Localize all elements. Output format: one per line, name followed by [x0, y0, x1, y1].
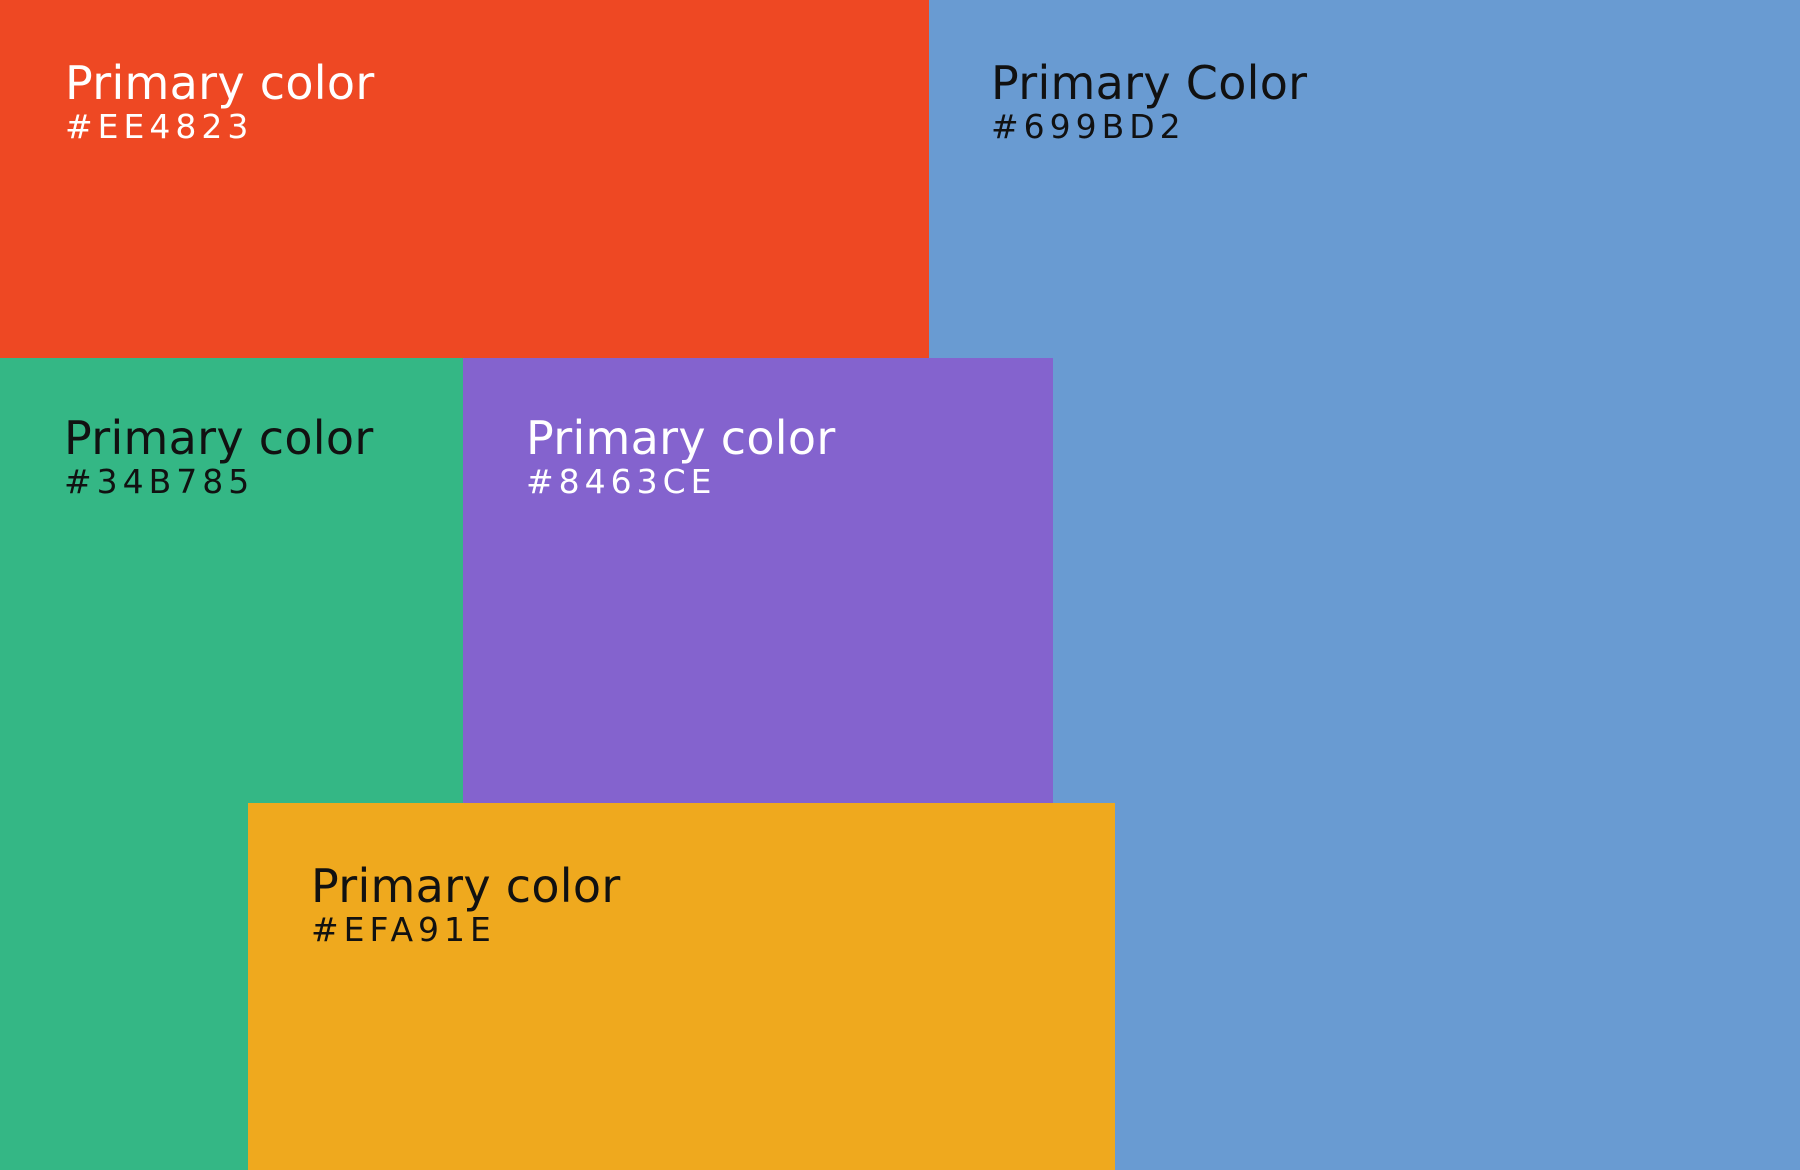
- swatch-hex-code: #EFA91E: [311, 910, 496, 949]
- swatch-red: Primary color #EE4823: [0, 0, 929, 358]
- swatch-purple: Primary color #8463CE: [463, 358, 1053, 803]
- swatch-hex-code: #34B785: [64, 462, 255, 501]
- swatch-title: Primary Color: [991, 56, 1308, 110]
- swatch-hex-code: #EE4823: [65, 107, 254, 146]
- swatch-title: Primary color: [526, 411, 836, 465]
- swatch-hex-code: #699BD2: [991, 107, 1186, 146]
- swatch-hex-code: #8463CE: [526, 462, 717, 501]
- swatch-title: Primary color: [311, 859, 621, 913]
- swatch-title: Primary color: [64, 411, 374, 465]
- swatch-yellow: Primary color #EFA91E: [248, 803, 1115, 1170]
- swatch-title: Primary color: [65, 56, 375, 110]
- color-palette: Primary color #EE4823 Primary Color #699…: [0, 0, 1800, 1170]
